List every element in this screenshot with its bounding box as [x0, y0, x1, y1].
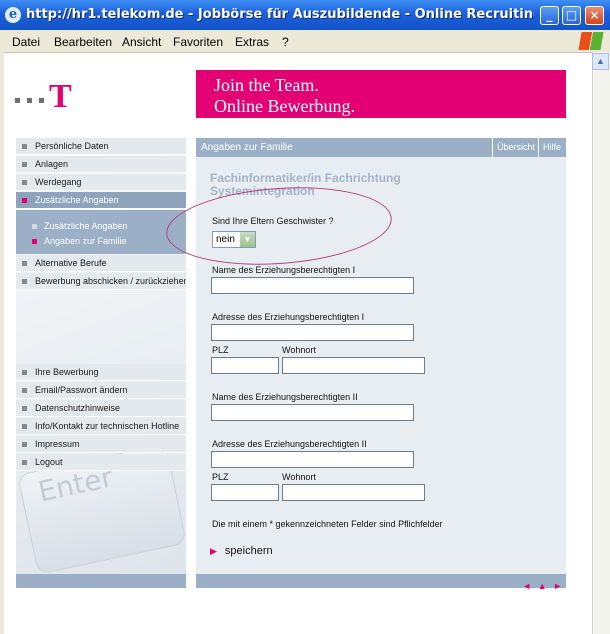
square-bullet-icon — [22, 442, 27, 447]
nav-item-alternative-berufe[interactable]: Alternative Berufe — [16, 255, 186, 272]
left-navigation: Enter Persönliche Daten Anlagen Werdegan… — [16, 138, 187, 588]
window-titlebar: e http://hr1.telekom.de - Jobbörse für A… — [0, 0, 610, 30]
guardian1-address-input[interactable] — [211, 324, 414, 341]
scroll-up-arrow-icon[interactable]: ▲ — [592, 53, 609, 70]
close-button[interactable]: × — [585, 6, 604, 25]
square-bullet-icon — [22, 144, 27, 149]
internet-explorer-icon: e — [5, 7, 21, 23]
next-icon[interactable]: ► — [553, 581, 562, 591]
mandatory-note: Die mit einem * gekennzeichneten Felder … — [212, 519, 443, 529]
nav-footer-bar — [16, 574, 186, 588]
square-bullet-icon — [32, 239, 37, 244]
menu-favoriten[interactable]: Favoriten — [173, 35, 223, 49]
nav-submenu: Zusätzliche Angaben Angaben zur Familie — [16, 210, 186, 254]
maximize-button[interactable]: □ — [562, 6, 581, 25]
nav-item-bewerbung-abschicken[interactable]: Bewerbung abschicken / zurückziehen — [16, 273, 186, 290]
menu-bar: Datei Bearbeiten Ansicht Favoriten Extra… — [0, 30, 610, 53]
menu-help[interactable]: ? — [282, 35, 289, 49]
square-bullet-icon — [22, 279, 27, 284]
square-bullet-icon — [22, 180, 27, 185]
square-bullet-icon — [22, 261, 27, 266]
nav-item-email-passwort[interactable]: Email/Passwort ändern — [16, 382, 186, 399]
subnav-zusaetzliche-angaben[interactable]: Zusätzliche Angaben — [16, 219, 186, 233]
panel-footer-bar: ◄ ▲ ► — [196, 574, 566, 591]
logo-t: T — [49, 78, 72, 115]
top-icon[interactable]: ▲ — [538, 581, 547, 591]
minimize-button[interactable]: _ — [540, 6, 559, 25]
square-bullet-icon — [22, 424, 27, 429]
nav-item-anlagen[interactable]: Anlagen — [16, 156, 186, 173]
save-label: speichern — [224, 545, 273, 557]
guardian1-plz-label: PLZ — [212, 345, 229, 355]
menu-bearbeiten[interactable]: Bearbeiten — [54, 35, 112, 49]
square-bullet-icon — [22, 162, 27, 167]
square-bullet-icon — [22, 198, 27, 203]
square-bullet-icon — [22, 370, 27, 375]
logo-dot-icon — [15, 98, 20, 103]
banner-line-2: Online Bewerbung. — [214, 96, 355, 116]
vertical-scrollbar[interactable] — [592, 52, 610, 634]
pager: ◄ ▲ ► — [520, 576, 562, 591]
guardian2-city-label: Wohnort — [282, 472, 316, 482]
nav-item-werdegang[interactable]: Werdegang — [16, 174, 186, 191]
square-bullet-icon — [22, 388, 27, 393]
help-link[interactable]: Hilfe — [538, 138, 565, 157]
menu-datei[interactable]: Datei — [12, 35, 40, 49]
guardian2-city-input[interactable] — [282, 484, 425, 501]
square-bullet-icon — [32, 224, 37, 229]
menu-extras[interactable]: Extras — [235, 35, 269, 49]
panel-header: Angaben zur Familie Übersicht Hilfe — [196, 138, 566, 157]
logo-dot-icon — [39, 98, 44, 103]
subnav-angaben-zur-familie[interactable]: Angaben zur Familie — [16, 234, 186, 248]
header-banner: Join the Team. Online Bewerbung. — [196, 70, 566, 118]
guardian1-city-input[interactable] — [282, 357, 425, 374]
guardian1-city-label: Wohnort — [282, 345, 316, 355]
guardian2-name-input[interactable] — [211, 404, 414, 421]
windows-logo-icon — [578, 32, 604, 50]
section-title: Angaben zur Familie — [201, 142, 293, 153]
guardian1-address-label: Adresse des Erziehungsberechtigten I — [212, 312, 365, 322]
guardian1-name-input[interactable] — [211, 277, 414, 294]
window-border — [0, 52, 4, 634]
nav-item-persoenliche-daten[interactable]: Persönliche Daten — [16, 138, 186, 155]
save-button[interactable]: ▶ speichern — [210, 545, 273, 557]
menu-ansicht[interactable]: Ansicht — [122, 35, 161, 49]
square-bullet-icon — [22, 406, 27, 411]
nav-item-hotline[interactable]: Info/Kontakt zur technischen Hotline — [16, 418, 186, 435]
nav-item-logout[interactable]: Logout — [16, 454, 186, 471]
guardian1-name-label: Name des Erziehungsberechtigten I — [212, 265, 356, 275]
nav-item-zusaetzliche-angaben[interactable]: Zusätzliche Angaben — [16, 192, 186, 209]
guardian2-address-label: Adresse des Erziehungsberechtigten II — [212, 439, 367, 449]
square-bullet-icon — [22, 460, 27, 465]
logo-dot-icon — [27, 98, 32, 103]
guardian1-plz-input[interactable] — [211, 357, 279, 374]
banner-line-1: Join the Team. — [214, 75, 319, 95]
guardian2-address-input[interactable] — [211, 451, 414, 468]
telekom-logo: T — [15, 78, 75, 115]
window-title: http://hr1.telekom.de - Jobbörse für Aus… — [26, 7, 534, 22]
overview-link[interactable]: Übersicht — [492, 138, 539, 157]
guardian2-name-label: Name des Erziehungsberechtigten II — [212, 392, 358, 402]
guardian2-plz-label: PLZ — [212, 472, 229, 482]
guardian2-plz-input[interactable] — [211, 484, 279, 501]
arrow-right-icon: ▶ — [210, 546, 217, 556]
nav-item-impressum[interactable]: Impressum — [16, 436, 186, 453]
previous-icon[interactable]: ◄ — [522, 581, 531, 591]
nav-item-ihre-bewerbung[interactable]: Ihre Bewerbung — [16, 364, 186, 381]
nav-item-datenschutz[interactable]: Datenschutzhinweise — [16, 400, 186, 417]
